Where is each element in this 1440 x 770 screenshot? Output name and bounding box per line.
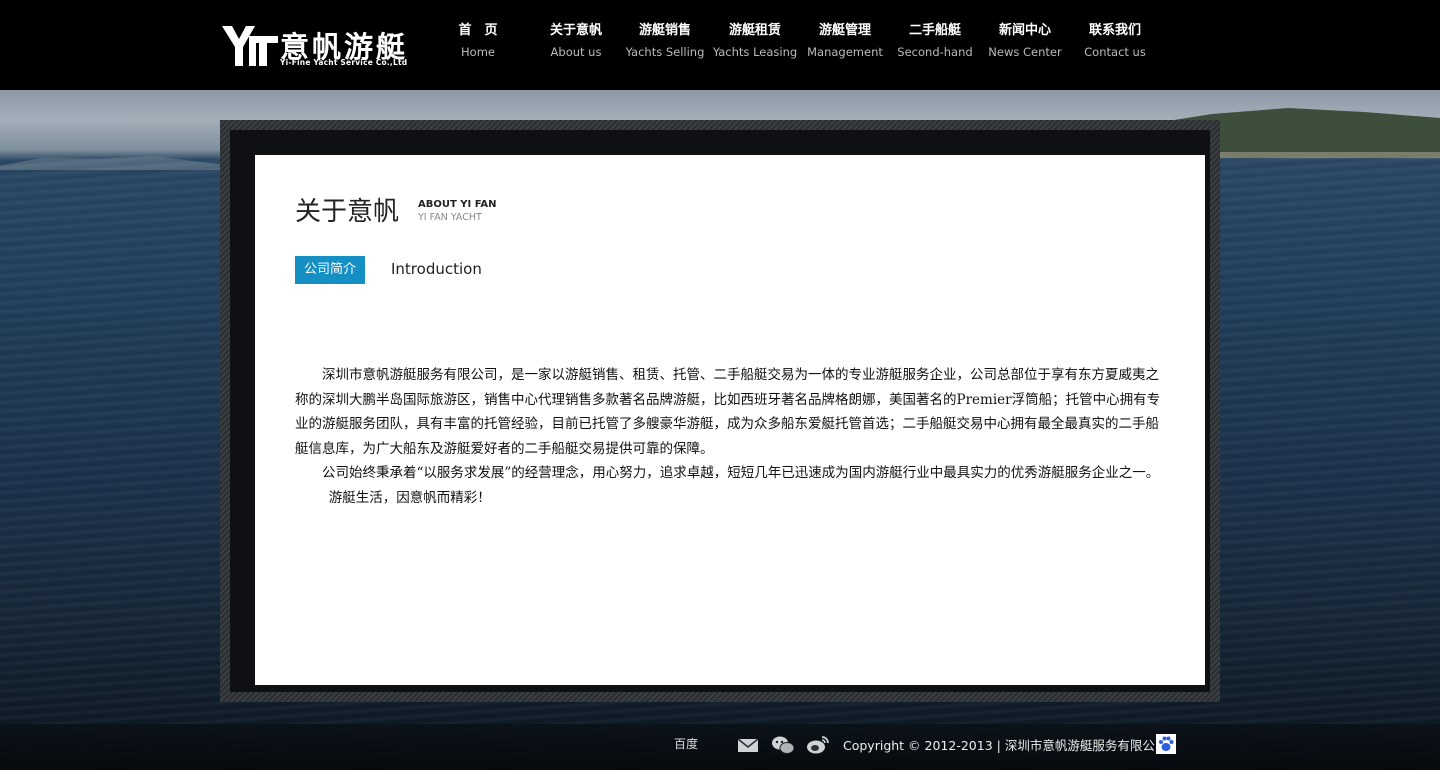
nav-item-management[interactable]: 游艇管理 Management bbox=[804, 22, 886, 60]
content-frame-inner: 关于意帆 ABOUT YI FAN YI FAN YACHT 公司简介 Intr… bbox=[230, 130, 1210, 692]
mail-icon[interactable] bbox=[736, 734, 760, 756]
intro-paragraph: 公司始终秉承着“以服务求发展”的经营理念，用心努力，追求卓越，短短几年已迅速成为… bbox=[322, 465, 1160, 481]
site-header: 意帆游艇 Yi-Fine Yacht Service Co.,Ltd 首 页 H… bbox=[0, 0, 1440, 90]
page-subtitle-en: YI FAN YACHT bbox=[418, 212, 482, 223]
content-frame: 关于意帆 ABOUT YI FAN YI FAN YACHT 公司简介 Intr… bbox=[220, 120, 1220, 702]
nav-item-news[interactable]: 新闻中心 News Center bbox=[984, 22, 1066, 60]
site-footer: 百度 Copyright © 2012-2013 | 深圳市意帆游艇服务有限公司 bbox=[0, 724, 1440, 770]
intro-paragraph: 深圳市意帆游艇服务有限公司，是一家以游艇销售、租赁、托管、二手船艇交易为一体的专… bbox=[295, 367, 1161, 457]
copyright-text: Copyright © 2012-2013 | 深圳市意帆游艇服务有限公司 bbox=[843, 738, 1168, 753]
nav-item-contact[interactable]: 联系我们 Contact us bbox=[1074, 22, 1156, 60]
page-title-en: ABOUT YI FAN bbox=[418, 199, 497, 210]
page-title: 关于意帆 bbox=[295, 197, 400, 227]
logo-mark-icon bbox=[222, 26, 278, 66]
nav-item-leasing[interactable]: 游艇租赁 Yachts Leasing bbox=[710, 22, 800, 60]
weibo-icon[interactable] bbox=[806, 734, 830, 756]
nav-item-about[interactable]: 关于意帆 About us bbox=[534, 22, 618, 60]
intro-text: 深圳市意帆游艇服务有限公司，是一家以游艇销售、租赁、托管、二手船艇交易为一体的专… bbox=[295, 363, 1165, 510]
logo[interactable]: 意帆游艇 Yi-Fine Yacht Service Co.,Ltd bbox=[222, 24, 422, 68]
wechat-icon[interactable] bbox=[771, 734, 795, 756]
tab-company-intro[interactable]: 公司简介 bbox=[295, 256, 365, 284]
baidu-link[interactable]: 百度 bbox=[674, 735, 698, 752]
slogan: 游艇生活，因意帆而精彩！ bbox=[328, 489, 491, 506]
tab-label-en: Introduction bbox=[391, 260, 482, 278]
nav-item-home[interactable]: 首 页 Home bbox=[442, 22, 514, 60]
brand-name-en: Yi-Fine Yacht Service Co.,Ltd bbox=[280, 58, 408, 67]
baidu-paw-icon[interactable] bbox=[1156, 734, 1176, 754]
nav-item-selling[interactable]: 游艇销售 Yachts Selling bbox=[622, 22, 708, 60]
content-panel: 关于意帆 ABOUT YI FAN YI FAN YACHT 公司简介 Intr… bbox=[255, 155, 1205, 685]
nav-item-second-hand[interactable]: 二手船艇 Second-hand bbox=[892, 22, 978, 60]
